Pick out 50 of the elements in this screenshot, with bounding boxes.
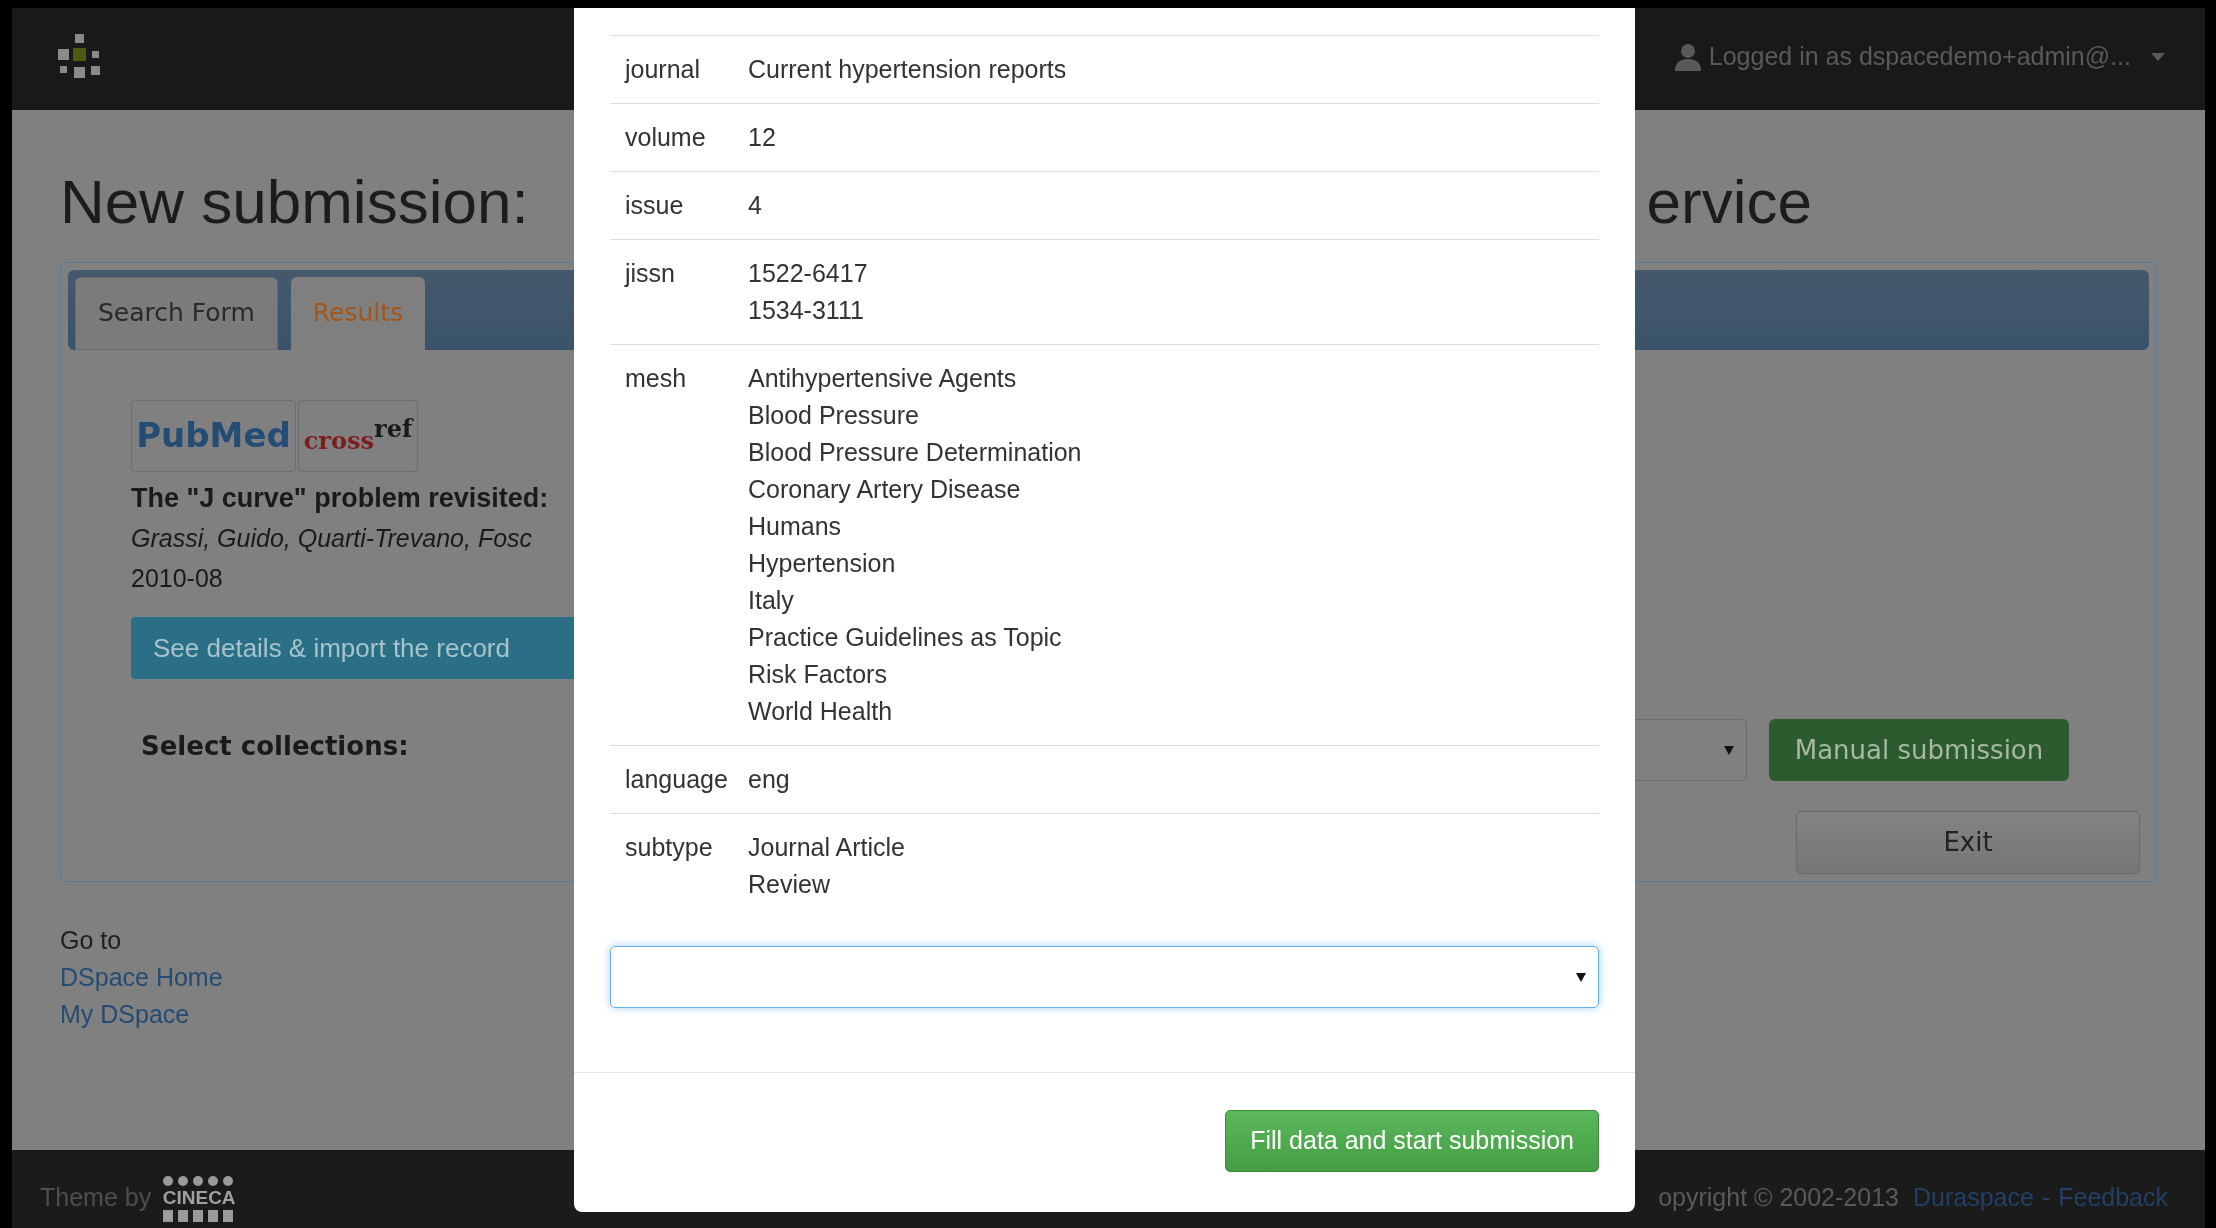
manual-submission-button[interactable]: Manual submission — [1769, 719, 2069, 781]
field-value: Practice Guidelines as Topic — [748, 622, 1063, 653]
select-collections-label: Select collections: — [141, 730, 409, 763]
field-label: mesh — [624, 363, 688, 394]
crossref-logo[interactable]: crossref — [298, 399, 418, 472]
field-label: journal — [623, 54, 702, 85]
field-value: Blood Pressure Determination — [748, 437, 1082, 468]
exit-button[interactable]: Exit — [1796, 811, 2140, 874]
field-value: Risk Factors — [748, 659, 888, 690]
field-value: Review — [748, 869, 831, 900]
record-title: The "J curve" problem revisited: — [131, 481, 549, 515]
field-label: language — [624, 764, 729, 795]
record-authors: Grassi, Guido, Quarti-Trevano, Fosc — [131, 523, 533, 554]
cineca-logo[interactable]: CINECA — [161, 1174, 238, 1222]
dropdown-arrow-icon — [1724, 745, 1734, 755]
user-icon — [1674, 43, 1701, 71]
user-menu[interactable]: Logged in as dspacedemo+admin@... — [1674, 38, 2165, 76]
field-value: 1522-6417 — [748, 258, 868, 289]
field-value: World Health — [748, 696, 894, 727]
field-value: 4 — [748, 190, 762, 221]
field-value: Humans — [748, 511, 843, 542]
field-value: 1534-3111 — [748, 295, 865, 326]
field-value: Blood Pressure — [748, 400, 920, 431]
tab[interactable]: Search Form — [75, 276, 278, 350]
footer-link[interactable]: Duraspace — [1912, 1178, 2034, 1216]
page-title: New submission: — [60, 171, 529, 233]
field-value: Hypertension — [748, 548, 897, 579]
start-submission-button[interactable]: Fill data and start submission — [1225, 1110, 1599, 1172]
field-label: volume — [624, 122, 707, 153]
goto-label: Go to — [60, 925, 123, 956]
separator-text: - — [2041, 1181, 2051, 1213]
field-value: 12 — [748, 122, 776, 153]
pubmed-logo[interactable]: PubMed — [131, 399, 296, 472]
nav-link[interactable]: DSpace Home — [60, 959, 223, 996]
field-label: subtype — [624, 832, 714, 863]
caret-icon — [2151, 53, 2165, 61]
field-value: Coronary Artery Disease — [748, 474, 1022, 505]
nav-link[interactable]: My DSpace — [60, 996, 190, 1033]
field-value: Italy — [748, 585, 795, 616]
field-value: Journal Article — [748, 832, 906, 863]
field-label: jissn — [623, 258, 676, 289]
record-date: 2010-08 — [131, 562, 223, 594]
field-value: eng — [748, 764, 790, 795]
field-label: issue — [624, 190, 685, 221]
footer-link[interactable]: Feedback — [2058, 1178, 2168, 1216]
field-value: Current hypertension reports — [748, 54, 1067, 85]
field-value: Antihypertensive Agents — [748, 363, 1018, 394]
page-title-end: ervice — [1646, 171, 1812, 233]
copyright-text: opyright © 2002-2013 — [1658, 1181, 1899, 1213]
dropdown-arrow-icon — [1576, 972, 1586, 982]
